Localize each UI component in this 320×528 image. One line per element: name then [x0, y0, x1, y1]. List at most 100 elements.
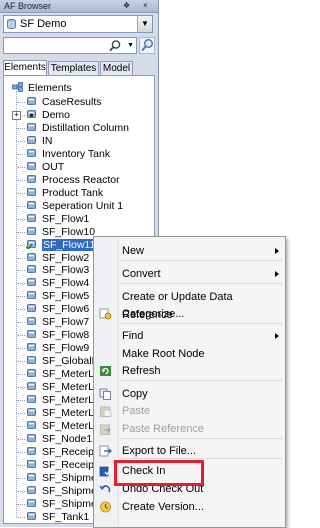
close-icon[interactable]: × [143, 0, 148, 12]
element-icon [27, 486, 36, 494]
tree-item[interactable]: SF_GlobalF [26, 355, 98, 367]
tree-item[interactable]: Inventory Tank [26, 148, 110, 160]
categorize-icon [99, 308, 112, 320]
tree-item[interactable]: Process Reactor [26, 174, 120, 186]
pin-icon[interactable]: ❖ [123, 0, 130, 12]
tree-item-label: SF_Flow4 [42, 277, 90, 289]
tree-item-label: SF_Receip [42, 446, 94, 458]
tree-item-label: SF_Flow6 [42, 303, 90, 315]
element-icon [27, 317, 36, 325]
element-icon [27, 291, 36, 299]
elements-folder-icon [12, 82, 23, 92]
tree-item[interactable]: SF_Node1 [26, 433, 92, 445]
tree-item-selected[interactable]: SF_Flow11 [26, 239, 97, 251]
highlight-box [114, 460, 204, 486]
menu-item-create-or-update-data-reference[interactable]: Create or Update Data Reference [94, 288, 285, 321]
element-icon [27, 512, 36, 520]
search-icon[interactable] [108, 39, 122, 53]
element-icon [27, 214, 36, 222]
element-icon [27, 149, 36, 157]
tree-item[interactable]: SF_Flow3 [26, 264, 89, 276]
tree-item[interactable]: IN [26, 135, 53, 147]
tree-connector-dash [17, 102, 25, 103]
menu-item-label: Copy [122, 388, 148, 400]
tree-connector-dash [17, 491, 25, 492]
submenu-arrow-icon [275, 333, 279, 339]
element-icon [27, 499, 36, 507]
tree-item[interactable]: Seperation Unit 1 [26, 200, 123, 212]
tree-item-label: SF_Flow2 [42, 252, 90, 264]
tree-item[interactable]: SF_Flow7 [26, 316, 89, 328]
menu-item-make-root-node[interactable]: Make Root Node [94, 345, 285, 363]
menu-separator [120, 260, 282, 261]
menu-item-label: Paste [122, 405, 151, 417]
tree-item[interactable]: CaseResults [26, 96, 102, 108]
tree-item[interactable]: SF_MeterLi [26, 368, 96, 380]
search-input[interactable]: ▼ [3, 37, 137, 54]
panel-title: AF Browser [4, 1, 52, 11]
menu-item-find[interactable]: Find [94, 327, 285, 345]
tree-item-label: Inventory Tank [42, 148, 111, 160]
element-icon [27, 408, 36, 416]
tree-item-label: OUT [42, 161, 65, 173]
search-options-dropdown-icon[interactable]: ▼ [127, 38, 134, 53]
menu-item-export-to-file[interactable]: Export to File... [94, 442, 285, 460]
tree-item[interactable]: SF_Flow9 [26, 342, 89, 354]
tree-item-label: SF_Flow5 [42, 290, 90, 302]
tree-item[interactable]: SF_Receip [26, 459, 94, 471]
tree-connector-dash [17, 193, 25, 194]
database-combo-value: SF Demo [20, 18, 67, 30]
tree-item[interactable]: SF_MeterLi [26, 381, 96, 393]
tab-elements[interactable]: Elements [3, 60, 47, 75]
tab-templates[interactable]: Templates [48, 61, 99, 75]
menu-separator [120, 283, 282, 284]
tree-item[interactable]: SF_Flow5 [26, 290, 89, 302]
menu-item-copy[interactable]: Copy [94, 385, 285, 403]
menu-item-categorize[interactable]: Categorize... [94, 305, 285, 323]
tree-item[interactable]: SF_Flow10 [26, 226, 95, 238]
menu-item-create-version[interactable]: Create Version... [94, 498, 285, 516]
tree-item-label: SF_MeterLi [42, 381, 97, 393]
menu-item-paste-reference[interactable]: Paste Reference [94, 420, 285, 438]
chevron-down-icon[interactable]: ▼ [137, 16, 152, 32]
tree-connector-dash [17, 270, 25, 271]
expand-icon[interactable]: + [12, 111, 21, 120]
tree-item[interactable]: SF_Flow4 [26, 277, 89, 289]
element-icon [27, 356, 36, 364]
database-combo[interactable]: SF Demo ▼ [3, 15, 153, 33]
menu-item-convert[interactable]: Convert [94, 265, 285, 283]
tree-connector-dash [17, 167, 25, 168]
tree-item[interactable]: SF_Shipme [26, 498, 97, 510]
tree-connector-dash [17, 245, 25, 246]
menu-item-paste[interactable]: Paste [94, 402, 285, 420]
element-icon [27, 253, 36, 261]
tree-item[interactable]: Product Tank [26, 187, 103, 199]
tree-item[interactable]: SF_MeterLi [26, 420, 96, 432]
refresh-icon [100, 366, 111, 376]
tree-item[interactable]: SF_Flow8 [26, 329, 89, 341]
tree-connector-dash [17, 413, 25, 414]
tree-item[interactable]: SF_Tank1 [26, 511, 89, 523]
menu-item-new[interactable]: New [94, 242, 285, 260]
tree-item[interactable]: SF_Flow6 [26, 303, 89, 315]
tree-item[interactable]: Demo [26, 109, 70, 121]
tree-item[interactable]: Distillation Column [26, 122, 129, 134]
tree-item[interactable]: SF_Shipme [26, 472, 97, 484]
search-go-button[interactable] [139, 37, 155, 54]
tree-item[interactable]: SF_MeterLi [26, 394, 96, 406]
tree-item-label: CaseResults [42, 96, 102, 108]
tree-item-label: SF_Flow8 [42, 329, 90, 341]
tree-item[interactable]: OUT [26, 161, 64, 173]
tab-model[interactable]: Model [100, 61, 133, 75]
element-icon [27, 369, 36, 377]
tree-item[interactable]: SF_Shipme [26, 485, 97, 497]
tree-item[interactable]: SF_Flow2 [26, 252, 89, 264]
element-icon [27, 434, 36, 442]
menu-item-refresh[interactable]: Refresh [94, 362, 285, 380]
tree-connector-dash [17, 258, 25, 259]
tree-root-elements[interactable]: Elements [12, 82, 72, 94]
menu-item-label: Export to File... [122, 445, 196, 457]
tree-item[interactable]: SF_Flow1 [26, 213, 89, 225]
tree-item[interactable]: SF_MeterLi [26, 407, 96, 419]
tree-item[interactable]: SF_Receip [26, 446, 94, 458]
